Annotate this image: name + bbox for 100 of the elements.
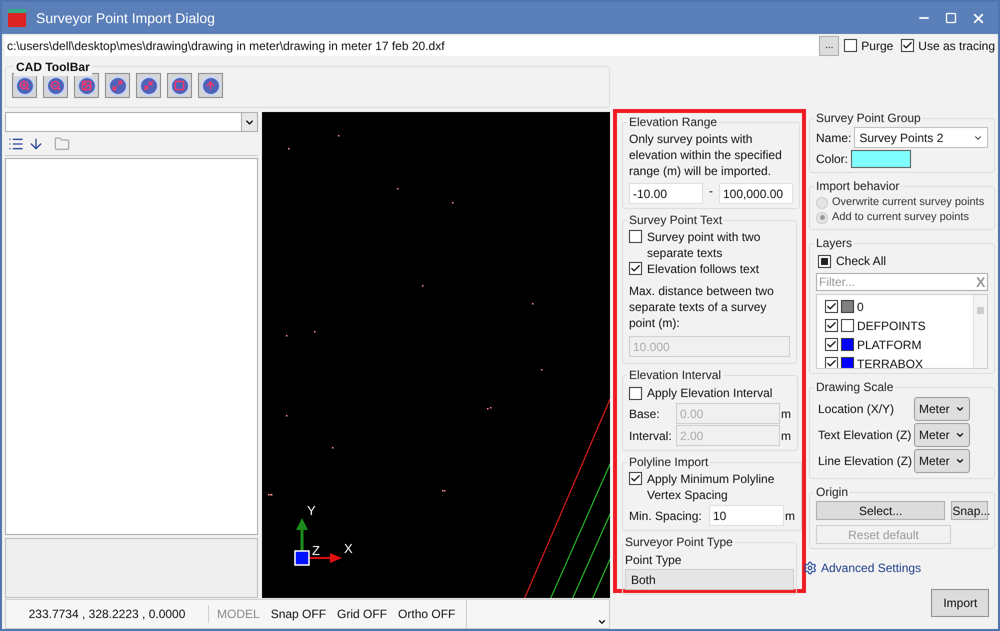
expand-icon	[108, 76, 128, 96]
checkbox[interactable]	[825, 338, 838, 351]
zoom-in-icon	[14, 76, 34, 96]
group-title: Layers	[815, 235, 854, 252]
ortho-status[interactable]: Ortho OFF	[398, 605, 456, 623]
app-logo-icon	[8, 9, 26, 27]
axis-label: Y	[307, 503, 316, 518]
checkbox[interactable]	[825, 300, 838, 313]
max-distance-label: Max. distance between two separate texts of a survey point (m):	[629, 283, 775, 331]
color-swatch[interactable]	[851, 150, 912, 168]
indeterminate-square-icon	[821, 258, 828, 264]
apply-elevation-interval-label: Apply Elevation Interval	[647, 385, 772, 402]
up-arrow-button[interactable]	[198, 73, 223, 98]
checkbox[interactable]	[629, 386, 642, 400]
snap-origin-button[interactable]: Snap...	[951, 501, 988, 520]
range-separator: -	[708, 182, 714, 200]
layer-name: PLATFORM	[857, 336, 922, 354]
group-title: Elevation Interval	[628, 367, 722, 384]
check-icon	[630, 263, 641, 274]
import-button[interactable]: Import	[931, 589, 990, 617]
caret-icon	[955, 404, 965, 414]
scale-label: Line Elevation (Z)	[818, 453, 914, 470]
group-title: Elevation Range	[628, 114, 718, 131]
check-icon	[826, 339, 837, 350]
toolbar-title: CAD ToolBar	[14, 59, 92, 76]
checkbox[interactable]	[818, 254, 831, 268]
input-field[interactable]: 10	[709, 505, 784, 526]
mode-text: MODEL	[217, 606, 260, 623]
group-title: Origin	[815, 484, 850, 501]
group-name-dropdown[interactable]: Survey Points 2	[854, 127, 988, 148]
advanced-settings-link[interactable]: Advanced Settings	[821, 559, 922, 577]
window-title: Surveyor Point Import Dialog	[36, 8, 215, 28]
group-title: Survey Point Group	[815, 110, 922, 127]
zoom-out-icon	[46, 76, 66, 96]
checkbox[interactable]	[825, 319, 838, 332]
elevation-range-description: Only survey points with elevation within the specified range (m) will be imported.	[629, 131, 783, 179]
expand-button[interactable]	[105, 73, 130, 98]
radio-label: Overwrite current survey points	[832, 195, 984, 210]
grid-status[interactable]: Grid OFF	[337, 605, 388, 623]
group-title: Survey Point Text	[628, 212, 724, 229]
radio-button[interactable]	[816, 196, 828, 208]
image-button[interactable]	[74, 73, 99, 98]
check-all-label: Check All	[836, 253, 886, 270]
unit-label: m	[781, 406, 791, 422]
check-icon	[826, 320, 837, 331]
settings-icon	[803, 561, 817, 575]
axis-label: Z	[312, 543, 320, 558]
frame-button[interactable]	[167, 73, 192, 98]
option-label: Elevation follows text	[647, 261, 760, 277]
point-type-selector[interactable]: Both	[625, 569, 794, 590]
radio-label: Add to current survey points	[832, 210, 969, 225]
unit-dropdown[interactable]: Meter	[914, 449, 970, 473]
file-path-field[interactable]: c:\users\dell\desktop\mes\drawing\drawing in meter\drawing in meter 17 feb 20.dxf	[5, 36, 820, 56]
color-label: Color:	[816, 151, 848, 168]
layer-row[interactable]: DEFPOINTS	[825, 316, 974, 335]
caret-icon	[955, 430, 965, 440]
layer-row[interactable]: PLATFORM	[825, 335, 974, 354]
checkbox[interactable]	[629, 262, 642, 275]
check-icon	[902, 40, 914, 51]
scrollbar[interactable]	[973, 295, 988, 368]
scale-label: Text Elevation (Z)	[818, 427, 912, 444]
group-title: Polyline Import	[628, 454, 710, 471]
maximize-icon[interactable]	[945, 12, 957, 24]
checkbox[interactable]	[825, 357, 838, 368]
checkbox[interactable]	[844, 39, 858, 52]
unit-dropdown[interactable]: Meter	[914, 397, 970, 421]
group-title: Drawing Scale	[815, 379, 894, 396]
field-label: Min. Spacing:	[629, 508, 703, 524]
shrink-icon	[138, 76, 158, 96]
option-label: Survey point with two separate texts	[647, 229, 762, 261]
browse-button[interactable]: ...	[819, 36, 840, 56]
radio-button[interactable]	[816, 212, 828, 224]
snap-status[interactable]: Snap OFF	[270, 605, 326, 623]
shrink-button[interactable]	[136, 73, 161, 98]
layer-row[interactable]: 0	[825, 297, 974, 316]
checkbox[interactable]	[901, 39, 914, 52]
apply-min-spacing-label: Apply Minimum Polyline Vertex Spacing	[647, 471, 776, 503]
unit-label: m	[785, 508, 795, 524]
axis-label: X	[344, 541, 353, 556]
select-origin-button[interactable]: Select...	[816, 501, 946, 520]
purge-label: Purge	[861, 38, 894, 54]
field-label: Interval:	[629, 428, 673, 444]
layer-name: TERRABOX	[857, 356, 924, 368]
scale-label: Location (X/Y)	[818, 401, 896, 418]
scroll-down-icon[interactable]	[597, 617, 607, 627]
checkbox[interactable]	[629, 472, 642, 485]
checkbox[interactable]	[629, 230, 642, 243]
caret-icon	[955, 456, 965, 466]
check-icon	[826, 358, 837, 368]
layer-row[interactable]: TERRABOX	[825, 354, 974, 368]
name-label: Name:	[816, 130, 852, 146]
check-icon	[826, 301, 837, 312]
image-icon	[76, 76, 96, 96]
coordinates-text: 233.7734 , 328.2223 , 0.0000	[28, 606, 186, 623]
layer-name: 0	[857, 298, 864, 316]
input-field[interactable]: -10.00	[629, 183, 703, 204]
unit-dropdown[interactable]: Meter	[914, 423, 970, 447]
unit-label: m	[781, 428, 791, 444]
field-label: Base:	[629, 406, 661, 422]
input-field[interactable]: 100,000.00	[719, 183, 793, 204]
